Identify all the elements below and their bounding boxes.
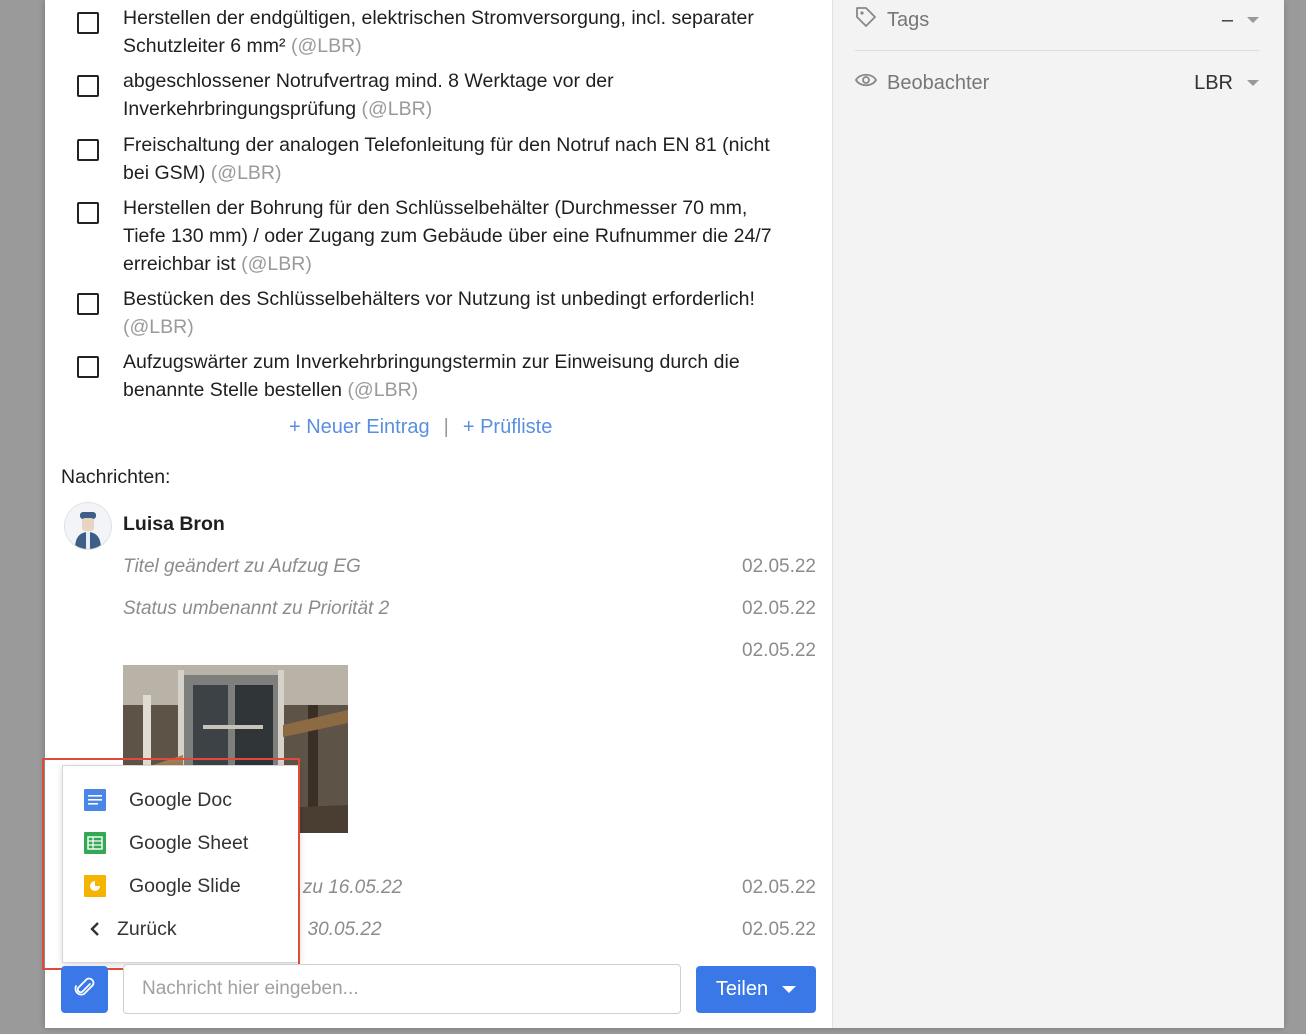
message-text: rt zu 16.05.22 xyxy=(286,877,403,898)
checklist-checkbox[interactable] xyxy=(77,293,99,315)
checklist-mention: (@LBR) xyxy=(123,316,194,338)
chevron-down-icon xyxy=(782,986,797,993)
worker-avatar-icon xyxy=(75,512,101,549)
paperclip-icon xyxy=(74,975,96,1004)
watchers-value: LBR xyxy=(1194,71,1233,94)
checklist-item-text: Bestücken des Schlüsselbehälters vor Nut… xyxy=(123,285,773,341)
checklist-item-text: Aufzugswärter zum Inverkehrbringungsterm… xyxy=(123,348,773,404)
message-date: 02.05.22 xyxy=(742,919,816,940)
share-button-label: Teilen xyxy=(715,978,769,1000)
tags-label: Tags xyxy=(887,8,930,31)
tags-row[interactable]: Tags – xyxy=(855,0,1259,40)
message-date: 02.05.22 xyxy=(742,640,816,661)
menu-highlight-box xyxy=(42,758,300,970)
checklist-item-label: Aufzugswärter zum Inverkehrbringungsterm… xyxy=(123,351,740,401)
checklist-item-label: Bestücken des Schlüsselbehälters vor Nut… xyxy=(123,288,755,310)
checklist-item-text: Freischaltung der analogen Telefonleitun… xyxy=(123,131,773,187)
checklist-actions: + Neuer Eintrag | + Prüfliste xyxy=(289,416,552,439)
checklist-checkbox[interactable] xyxy=(77,12,99,34)
new-entry-link[interactable]: + Neuer Eintrag xyxy=(289,416,430,439)
messages-title: Nachrichten: xyxy=(61,466,171,488)
checklist-checkbox[interactable] xyxy=(77,356,99,378)
share-button[interactable]: Teilen xyxy=(696,966,816,1013)
checklist-mention: (@LBR) xyxy=(361,98,433,120)
message-date: 02.05.22 xyxy=(742,598,816,619)
attach-button[interactable] xyxy=(61,966,108,1013)
tags-dropdown-icon[interactable] xyxy=(1247,17,1259,23)
watchers-label: Beobachter xyxy=(887,71,990,94)
checklist-item-label: Herstellen der endgültigen, elektrischen… xyxy=(123,7,754,57)
eye-icon xyxy=(854,69,878,97)
checklist-checkbox[interactable] xyxy=(77,202,99,224)
watchers-dropdown-icon[interactable] xyxy=(1247,80,1259,86)
checklist-checkbox[interactable] xyxy=(77,139,99,161)
tags-value: – xyxy=(1221,8,1233,31)
checklist-item-label: Herstellen der Bohrung für den Schlüssel… xyxy=(123,197,772,275)
checklist-mention: (@LBR) xyxy=(241,253,312,275)
message-text: Titel geändert zu Aufzug EG xyxy=(123,556,361,577)
avatar xyxy=(64,502,112,550)
checklist-checkbox[interactable] xyxy=(77,75,99,97)
checklist-mention: (@LBR) xyxy=(347,379,419,401)
message-date: 02.05.22 xyxy=(742,877,816,898)
checklist-item-text: Herstellen der Bohrung für den Schlüssel… xyxy=(123,194,773,278)
checklist-item-text: abgeschlossener Notrufvertrag mind. 8 We… xyxy=(123,67,773,123)
message-date: 02.05.22 xyxy=(742,556,816,577)
message-input[interactable] xyxy=(123,964,681,1014)
message-text: Status umbenannt zu Priorität 2 xyxy=(123,598,390,619)
actions-separator: | xyxy=(443,416,449,438)
add-checklist-link[interactable]: + Prüfliste xyxy=(463,416,552,439)
checklist-item-text: Herstellen der endgültigen, elektrischen… xyxy=(123,4,773,60)
message-author: Luisa Bron xyxy=(123,513,225,535)
checklist-mention: (@LBR) xyxy=(290,35,362,57)
sidebar-divider xyxy=(855,50,1259,51)
task-sidebar xyxy=(832,0,1284,1028)
message-text: . 30.05.22 xyxy=(297,919,382,940)
watchers-row[interactable]: Beobachter LBR xyxy=(854,63,1259,103)
checklist-mention: (@LBR) xyxy=(210,162,282,184)
tag-icon xyxy=(855,6,877,34)
